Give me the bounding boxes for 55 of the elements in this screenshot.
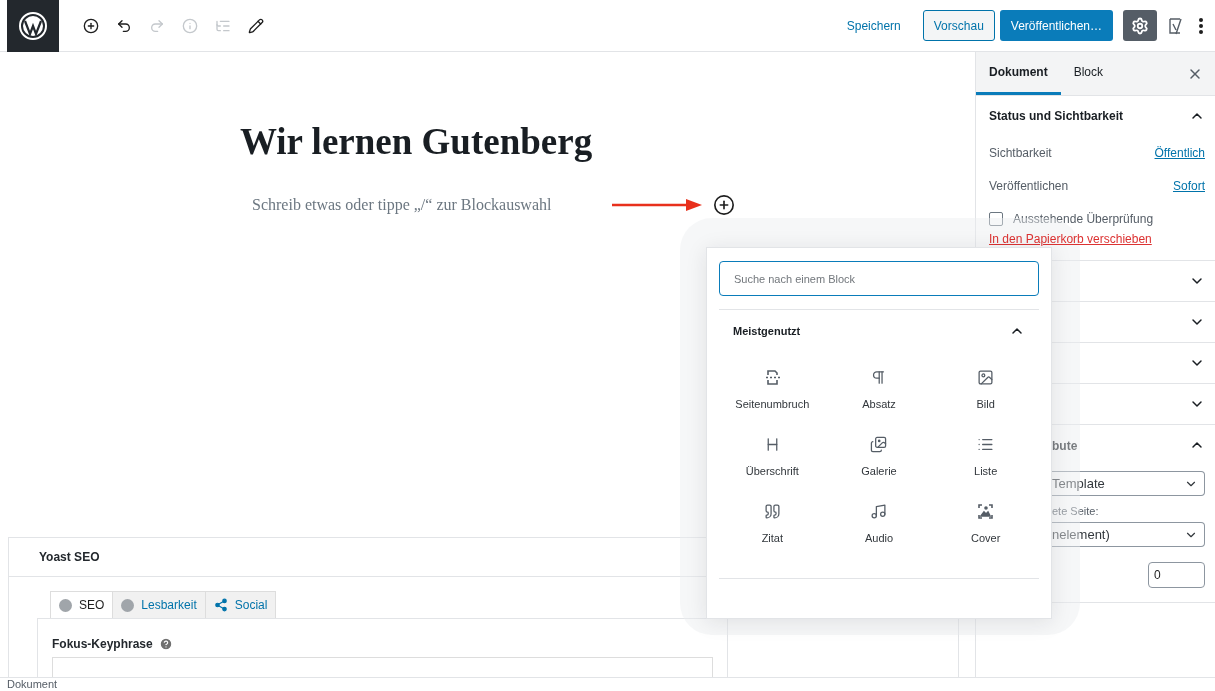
info-icon [182, 17, 198, 34]
preview-button[interactable]: Vorschau [922, 10, 995, 41]
more-icon [1199, 17, 1203, 34]
panel-title[interactable]: bute [1052, 439, 1078, 453]
pencil-icon [248, 17, 264, 34]
publish-button[interactable]: Veröffentlichen… [999, 10, 1113, 41]
wordpress-icon [18, 10, 48, 41]
quote-icon [763, 503, 781, 520]
sidebar-tab[interactable]: Dokument [976, 52, 1061, 95]
post-title[interactable]: Wir lernen Gutenberg [240, 122, 975, 163]
checkbox[interactable] [989, 212, 1003, 226]
yoast-tab[interactable]: Social [204, 591, 277, 618]
image-icon [977, 369, 995, 386]
block-item[interactable]: Liste [932, 432, 1039, 481]
block-item[interactable]: Überschrift [719, 432, 826, 481]
settings-button[interactable] [1123, 10, 1157, 41]
template-select[interactable]: Template [1052, 471, 1205, 496]
sidebar-tab[interactable]: Block [1060, 52, 1116, 95]
gallery-icon [870, 436, 888, 453]
setting-label: Sichtbarkeit [989, 145, 1052, 160]
add-icon [83, 17, 99, 34]
wordpress-logo[interactable] [7, 0, 59, 52]
settings-icon [1131, 16, 1149, 35]
block-search-field[interactable]: Suche nach einem Block [719, 261, 1039, 296]
panel-title[interactable]: Status und Sichtbarkeit [989, 109, 1124, 123]
music-note-icon [870, 503, 888, 520]
redo-icon [149, 17, 165, 34]
field-label: Fokus-Keyphrase [52, 637, 153, 651]
block-item[interactable]: Absatz [825, 365, 933, 414]
cover-image-icon [977, 503, 995, 520]
setting-link[interactable]: Öffentlich [1154, 145, 1205, 160]
paragraph-placeholder[interactable]: Schreib etwas oder tippe „/“ zur Blockauswahl [252, 195, 592, 214]
field-label: ete Seite: [1052, 505, 1100, 517]
page-break-icon [763, 369, 781, 386]
block-item[interactable]: Seitenumbruch [719, 365, 826, 414]
list-icon [977, 436, 995, 453]
setting-label: Veröffentlichen [989, 178, 1069, 193]
help-icon[interactable] [158, 637, 173, 651]
checkbox-label: Ausstehende Überprüfung [1013, 212, 1154, 226]
block-item[interactable]: Galerie [825, 432, 933, 481]
setting-link[interactable]: Sofort [1173, 178, 1205, 193]
undo-icon [116, 17, 132, 34]
status-bar: Dokument [0, 677, 1215, 691]
trash-link[interactable]: In den Papierkorb verschieben [989, 230, 1205, 260]
keyphrase-field[interactable] [52, 657, 713, 677]
save-button[interactable]: Speichern [844, 12, 903, 39]
add-icon [713, 193, 735, 216]
yoast-tab[interactable]: Lesbarkeit [112, 591, 206, 618]
block-item[interactable]: Bild [932, 365, 1039, 414]
order-field[interactable]: 0 [1148, 562, 1205, 588]
section-title[interactable]: Meistgenutzt [733, 324, 801, 337]
parent-select[interactable]: nelement) [1052, 522, 1205, 547]
more-menu-button[interactable] [1199, 17, 1203, 34]
yoast-tab[interactable]: SEO [50, 591, 114, 618]
share-icon [213, 598, 228, 612]
